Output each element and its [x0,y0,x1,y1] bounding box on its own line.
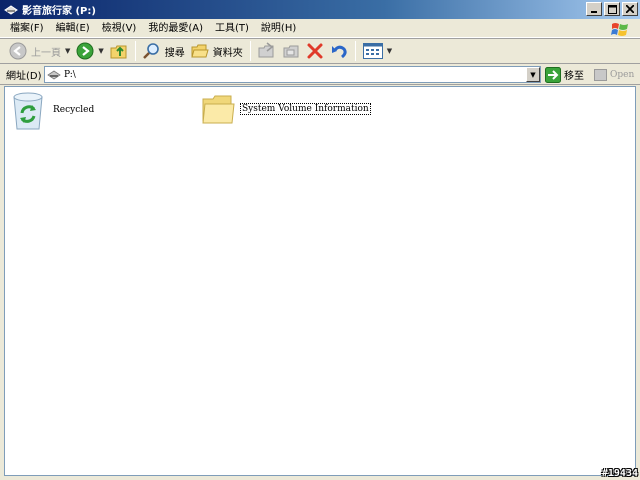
minimize-icon [591,11,597,13]
views-grid-icon [362,43,383,59]
file-name: System Volume Information [240,103,371,115]
address-label: 網址(D) [6,70,42,82]
go-label: 移至 [564,71,584,82]
minimize-button[interactable] [586,2,602,16]
views-button[interactable]: ▼ [360,40,395,62]
menu-file[interactable]: 檔案(F) [4,19,50,38]
back-arrow-icon [9,42,27,60]
delete-button[interactable] [303,40,327,62]
title-bar[interactable]: 影音旅行家 (P:) [0,0,640,19]
undo-icon [331,45,347,59]
copy-to-icon [283,45,299,58]
move-to-button[interactable] [255,40,279,62]
go-button[interactable]: 移至 [545,66,584,83]
menu-edit[interactable]: 編輯(E) [50,19,96,38]
file-item-recycled[interactable]: Recycled [9,89,94,131]
menu-bar: 檔案(F) 編輯(E) 檢視(V) 我的最愛(A) 工具(T) 說明(H) [0,19,640,38]
drive-icon [3,3,19,17]
copy-to-button[interactable] [279,40,303,62]
watermark: #19434 [601,468,638,479]
up-folder-button[interactable] [107,40,131,62]
maximize-button[interactable] [604,2,620,16]
toolbar-separator [134,41,136,61]
open-icon [594,68,607,81]
file-list-pane[interactable]: Recycled System Volume Information [4,86,636,476]
undo-button[interactable] [327,40,351,62]
chevron-down-icon[interactable]: ▼ [387,47,392,55]
menu-view[interactable]: 檢視(V) [96,19,143,38]
forward-button[interactable]: ▼ [73,40,106,62]
folders-icon [191,44,209,58]
delete-x-icon [307,43,323,59]
toolbar-separator [354,41,356,61]
folders-label: 資料夾 [212,47,243,59]
open-label: Open [610,69,635,80]
windows-logo-icon [608,19,632,38]
drive-icon [47,70,61,80]
window-title: 影音旅行家 (P:) [22,6,96,17]
folder-icon [202,95,235,124]
chevron-down-icon[interactable]: ▼ [65,47,70,55]
window-controls [586,2,638,16]
address-value: P:\ [64,69,76,80]
address-dropdown-button[interactable]: ▼ [526,67,540,82]
address-input[interactable]: P:\ ▼ [44,66,541,83]
menu-help[interactable]: 說明(H) [255,19,302,38]
close-button[interactable] [622,2,638,16]
close-icon [626,5,634,13]
up-folder-icon [110,45,127,59]
toolbar: 上一頁 ▼ ▼ 搜尋 資料夾 ▼ [0,38,640,64]
folders-button[interactable]: 資料夾 [188,40,246,62]
address-bar: 網址(D) P:\ ▼ 移至 Open [0,64,640,85]
chevron-down-icon[interactable]: ▼ [98,47,103,55]
back-button[interactable]: 上一頁 ▼ [6,40,73,62]
menu-tools[interactable]: 工具(T) [209,19,255,38]
search-label: 搜尋 [164,47,185,59]
go-arrow-icon [545,66,561,83]
open-button[interactable]: Open [594,66,634,83]
explorer-window: 影音旅行家 (P:) 檔案(F) 編輯(E) 檢視(V) 我的最愛(A) 工具(… [0,0,640,480]
file-name: Recycled [53,105,95,115]
search-icon [142,43,159,59]
move-to-icon [258,42,274,58]
back-label: 上一頁 [31,47,61,59]
recycle-bin-icon [13,92,43,130]
menu-favorites[interactable]: 我的最愛(A) [142,19,209,38]
search-button[interactable]: 搜尋 [140,40,188,62]
file-item-system-volume-information[interactable]: System Volume Information [201,93,371,125]
forward-arrow-icon [76,42,94,60]
maximize-icon [607,4,617,14]
toolbar-separator [249,41,251,61]
